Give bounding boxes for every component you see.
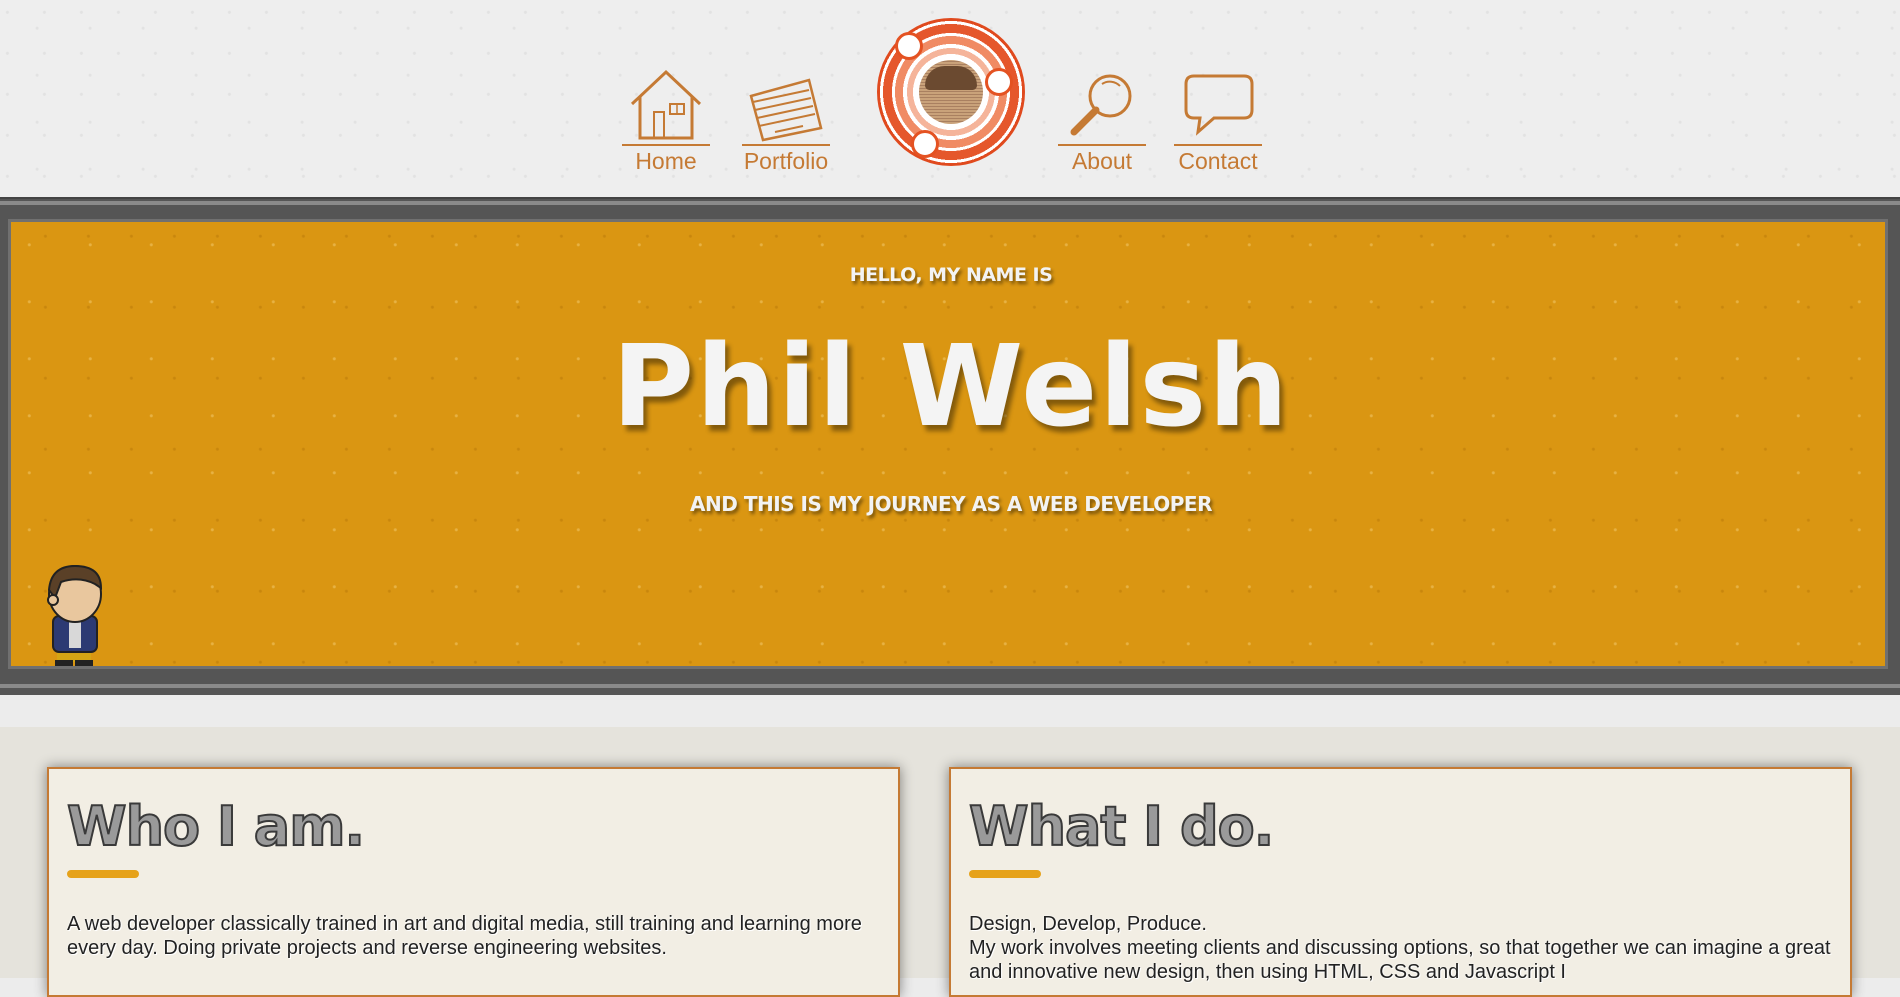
- what-i-do-card: What I do. Design, Develop, Produce. My …: [949, 767, 1852, 997]
- nav-about-label: About: [1071, 148, 1133, 174]
- nav-home-label: Home: [635, 148, 697, 174]
- who-i-am-card: Who I am. A web developer classically tr…: [47, 767, 900, 997]
- nav-about[interactable]: About: [1054, 66, 1150, 175]
- card-underline: [969, 870, 1041, 878]
- character-sprite-icon: [47, 564, 103, 666]
- card-underline: [67, 870, 139, 878]
- hero-frame-stripe: [0, 201, 1900, 205]
- speech-bubble-icon: [1184, 74, 1254, 136]
- logo-dot: [895, 32, 923, 60]
- house-icon: [630, 69, 702, 140]
- nav-contact-label: Contact: [1178, 148, 1258, 174]
- site-header: Home Portfolio About Contact: [0, 0, 1900, 197]
- nav-about-underline: [1058, 144, 1146, 146]
- hero-tagline: AND THIS IS MY JOURNEY AS A WEB DEVELOPE…: [690, 492, 1212, 516]
- hero-banner: HELLO, MY NAME IS Phil Welsh AND THIS IS…: [8, 219, 1888, 669]
- logo-dot: [985, 68, 1013, 96]
- nav-portfolio-label: Portfolio: [743, 148, 829, 174]
- papers-icon: [749, 78, 823, 142]
- nav-portfolio-underline: [742, 144, 830, 146]
- hero-frame-stripe: [0, 684, 1900, 688]
- card-text: Design, Develop, Produce. My work involv…: [969, 913, 1831, 983]
- hero-name: Phil Welsh: [612, 322, 1290, 452]
- nav-home[interactable]: Home: [618, 66, 714, 175]
- nav-contact[interactable]: Contact: [1170, 66, 1266, 175]
- avatar-face: [919, 60, 983, 124]
- hero-intro: HELLO, MY NAME IS: [849, 264, 1053, 286]
- logo-dot: [911, 130, 939, 158]
- nav-contact-underline: [1174, 144, 1262, 146]
- card-title: Who I am.: [66, 794, 366, 859]
- magnifier-icon: [1070, 74, 1132, 136]
- card-text: A web developer classically trained in a…: [67, 913, 862, 959]
- nav-portfolio[interactable]: Portfolio: [738, 66, 834, 175]
- nav-home-underline: [622, 144, 710, 146]
- logo-avatar[interactable]: [877, 18, 1025, 166]
- avatar-hair: [925, 66, 977, 90]
- card-title: What I do.: [968, 794, 1275, 859]
